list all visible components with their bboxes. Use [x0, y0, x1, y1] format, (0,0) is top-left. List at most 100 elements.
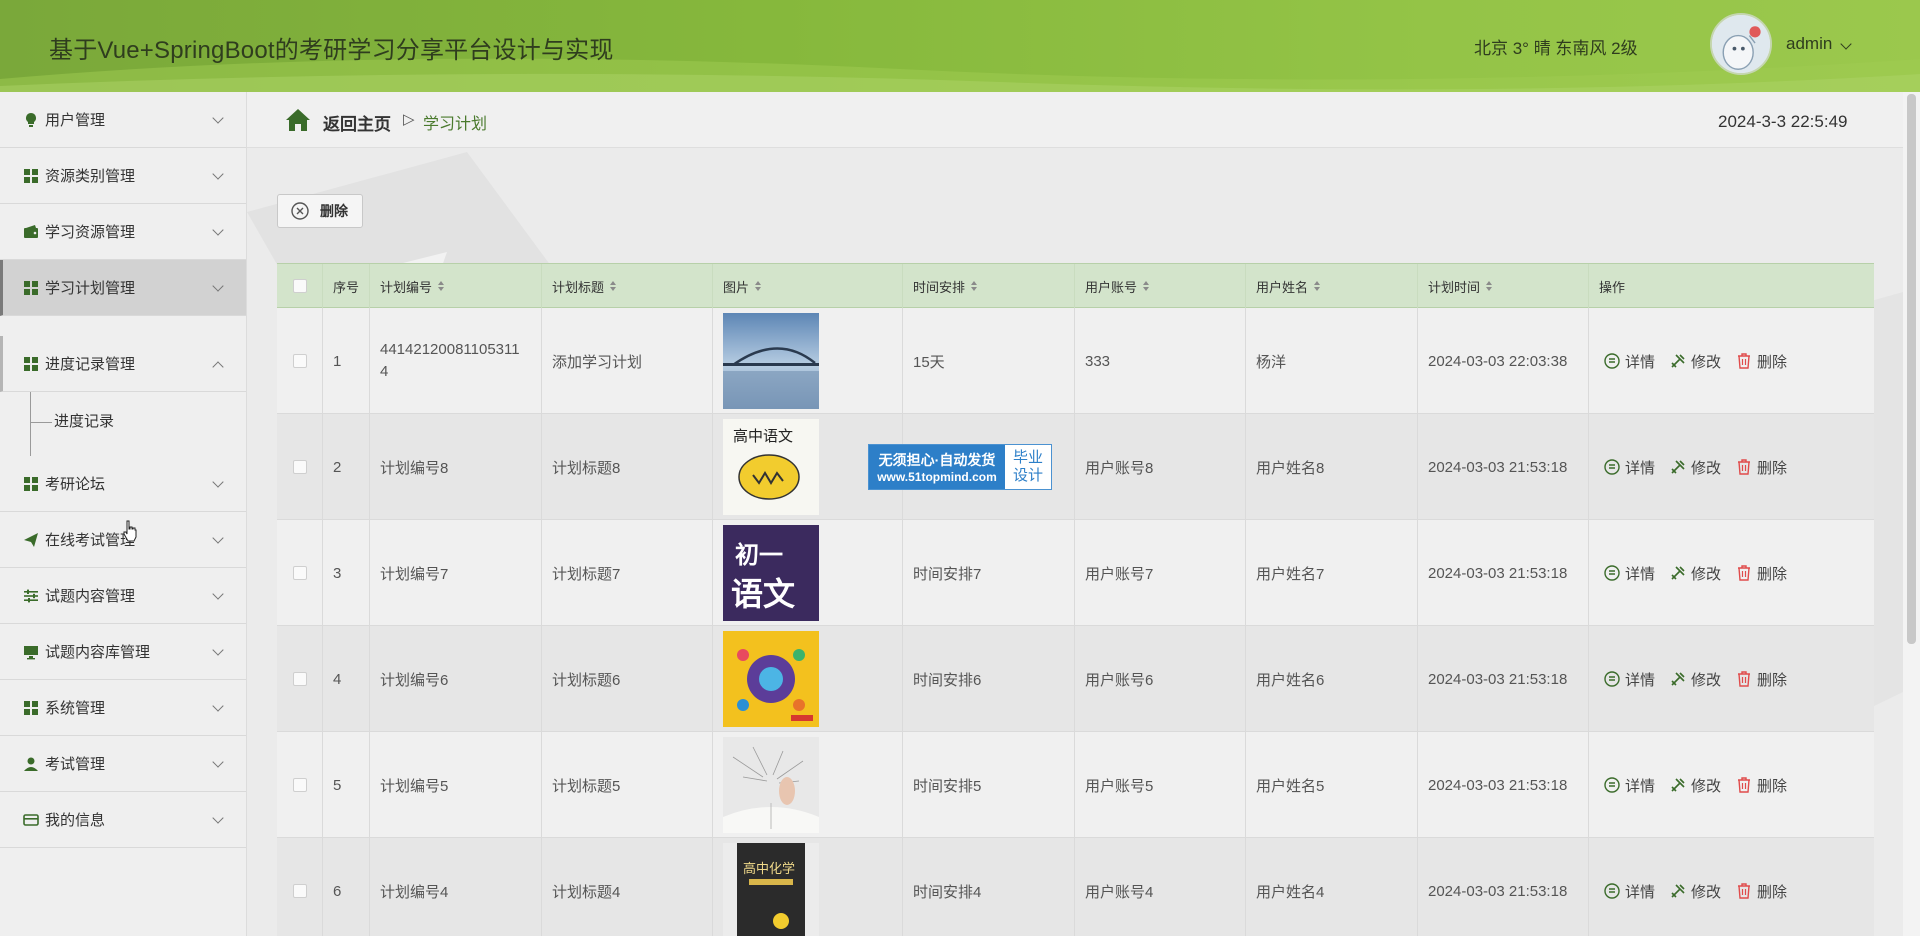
chevron-down-icon	[212, 588, 224, 600]
cell-schedule: 15天	[903, 308, 1075, 414]
cell-title: 计划标题5	[542, 732, 713, 838]
sidebar-item-exam[interactable]: 考试管理	[0, 736, 246, 792]
page-scrollbar[interactable]	[1903, 92, 1920, 936]
edit-button[interactable]: 修改	[1669, 881, 1721, 902]
delete-label: 删除	[1757, 459, 1788, 477]
row-checkbox[interactable]	[292, 460, 307, 474]
edit-button[interactable]: 修改	[1669, 457, 1721, 478]
column-header-label: 操作	[1599, 279, 1626, 295]
delete-label: 删除	[1757, 671, 1788, 689]
sidebar-item-my-info[interactable]: 我的信息	[0, 792, 246, 848]
edit-button[interactable]: 修改	[1669, 351, 1721, 372]
row-checkbox[interactable]	[292, 566, 307, 580]
chemistry-image[interactable]: 高中化学	[723, 843, 819, 936]
delete-button[interactable]: 删除	[1735, 775, 1787, 796]
row-checkbox[interactable]	[292, 672, 307, 686]
column-header-title[interactable]: 计划标题	[542, 264, 713, 308]
cell-title: 计划标题4	[542, 838, 713, 936]
image-caption: 高中化学	[743, 861, 795, 877]
select-all-checkbox[interactable]	[292, 279, 307, 293]
column-header-no: 序号	[323, 264, 370, 308]
cell-time: 2024-03-03 21:53:18	[1418, 838, 1589, 936]
sidebar-item-question-content[interactable]: 试题内容管理	[0, 568, 246, 624]
avatar[interactable]	[1710, 13, 1772, 75]
detail-button[interactable]: 详情	[1603, 351, 1655, 372]
cell-image	[713, 626, 903, 732]
home-icon[interactable]	[285, 108, 311, 132]
delete-button[interactable]: 删除	[1735, 351, 1787, 372]
sidebar-item-study-plan[interactable]: 学习计划管理	[0, 260, 246, 316]
detail-button[interactable]: 详情	[1603, 563, 1655, 584]
chevron-down-icon	[212, 224, 224, 236]
scrollbar-thumb[interactable]	[1907, 94, 1916, 644]
monitor-icon	[22, 643, 39, 660]
column-header-label: 图片	[723, 279, 750, 295]
book-image[interactable]	[723, 737, 819, 833]
cell-time: 2024-03-03 21:53:18	[1418, 626, 1589, 732]
sort-icon[interactable]	[1486, 281, 1493, 291]
sort-icon[interactable]	[438, 281, 445, 291]
column-header-label: 计划时间	[1428, 279, 1481, 295]
sort-icon[interactable]	[971, 281, 978, 291]
column-header-label: 计划标题	[552, 279, 605, 295]
column-header-time[interactable]: 计划时间	[1418, 264, 1589, 308]
cell-code: 计划编号6	[370, 626, 542, 732]
sort-icon[interactable]	[610, 281, 617, 291]
chevron-down-icon	[212, 476, 224, 488]
sidebar-subitem-progress-record[interactable]: 进度记录	[54, 410, 114, 431]
cell-time: 2024-03-03 21:53:18	[1418, 520, 1589, 626]
breadcrumb-home-link[interactable]: 返回主页	[323, 110, 391, 135]
sidebar: 用户管理 资源类别管理 学习资源管理 学习计划管理 进度记录管理 进度记录 考研…	[0, 92, 247, 936]
column-header-image[interactable]: 图片	[713, 264, 903, 308]
sidebar-item-learning-resource[interactable]: 学习资源管理	[0, 204, 246, 260]
edit-button[interactable]: 修改	[1669, 775, 1721, 796]
detail-icon	[1604, 777, 1620, 793]
sort-icon[interactable]	[1143, 281, 1150, 291]
detail-button[interactable]: 详情	[1603, 775, 1655, 796]
cell-image: 初一 语文	[713, 520, 903, 626]
sidebar-item-user-management[interactable]: 用户管理	[0, 92, 246, 148]
sidebar-item-question-bank[interactable]: 试题内容库管理	[0, 624, 246, 680]
column-header-name[interactable]: 用户姓名	[1246, 264, 1418, 308]
column-header-account[interactable]: 用户账号	[1075, 264, 1246, 308]
cell-no: 4	[323, 626, 370, 732]
delete-button[interactable]: 删除	[1735, 457, 1787, 478]
batch-delete-button[interactable]: 删除	[277, 194, 363, 228]
watermark-left: 无须担心·自动发货 www.51topmind.com	[869, 445, 1005, 489]
grid-icon	[22, 475, 39, 492]
row-select-cell	[277, 308, 323, 414]
cell-title: 添加学习计划	[542, 308, 713, 414]
edit-button[interactable]: 修改	[1669, 563, 1721, 584]
sidebar-item-resource-category[interactable]: 资源类别管理	[0, 148, 246, 204]
row-checkbox[interactable]	[292, 884, 307, 898]
column-header-schedule[interactable]: 时间安排	[903, 264, 1075, 308]
delete-button[interactable]: 删除	[1735, 563, 1787, 584]
sidebar-item-progress-record[interactable]: 进度记录管理	[0, 336, 246, 392]
detail-button[interactable]: 详情	[1603, 669, 1655, 690]
mindmap-image[interactable]	[723, 631, 819, 727]
send-icon	[22, 531, 39, 548]
sidebar-item-forum[interactable]: 考研论坛	[0, 456, 246, 512]
cell-account: 333	[1075, 308, 1246, 414]
detail-button[interactable]: 详情	[1603, 457, 1655, 478]
bridge-image[interactable]	[723, 313, 819, 409]
cell-ops: 详情 修改 删除	[1589, 308, 1874, 414]
delete-button[interactable]: 删除	[1735, 881, 1787, 902]
edit-button[interactable]: 修改	[1669, 669, 1721, 690]
column-header-code[interactable]: 计划编号	[370, 264, 542, 308]
cell-schedule: 时间安排4	[903, 838, 1075, 936]
user-menu[interactable]: admin	[1786, 34, 1832, 54]
watermark-line1: 无须担心·自动发货	[878, 452, 996, 468]
detail-button[interactable]: 详情	[1603, 881, 1655, 902]
cell-code: 计划编号4	[370, 838, 542, 936]
chinese-high-image[interactable]: 高中语文	[723, 419, 819, 515]
cell-no: 1	[323, 308, 370, 414]
sort-icon[interactable]	[755, 281, 762, 291]
row-checkbox[interactable]	[292, 354, 307, 368]
row-checkbox[interactable]	[292, 778, 307, 792]
chinese-junior-image[interactable]: 初一 语文	[723, 525, 819, 621]
chevron-down-icon	[212, 812, 224, 824]
sort-icon[interactable]	[1314, 281, 1321, 291]
delete-button[interactable]: 删除	[1735, 669, 1787, 690]
sidebar-item-system[interactable]: 系统管理	[0, 680, 246, 736]
